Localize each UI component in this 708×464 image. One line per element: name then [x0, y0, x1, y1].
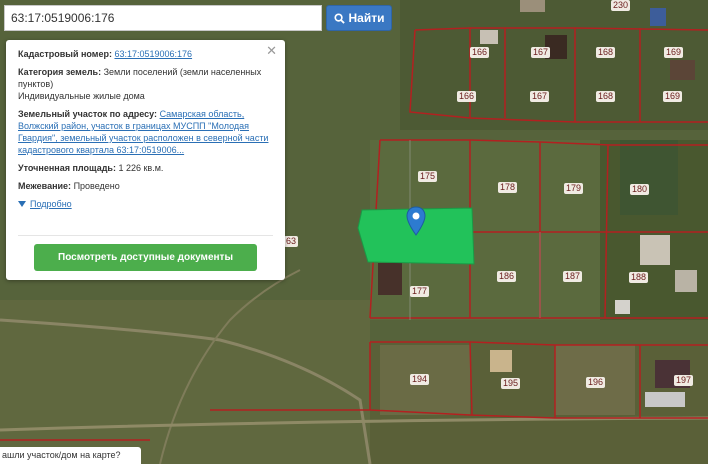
plot-label-196[interactable]: 196 [586, 377, 606, 388]
address-row: Земельный участок по адресу: Самарская о… [18, 108, 273, 156]
survey-row: Межевание: Проведено [18, 180, 273, 192]
area-row: Уточненная площадь: 1 226 кв.м. [18, 162, 273, 174]
plot-label-166b[interactable]: 166 [457, 91, 477, 102]
plot-label-168b[interactable]: 168 [596, 91, 616, 102]
plot-label-180[interactable]: 180 [630, 184, 650, 195]
plot-label-167b[interactable]: 167 [530, 91, 550, 102]
triangle-down-icon [18, 201, 26, 207]
details-link[interactable]: Подробно [30, 198, 72, 210]
plot-label-186[interactable]: 186 [497, 271, 517, 282]
cadastral-label: Кадастровый номер: [18, 49, 112, 59]
plot-label-197[interactable]: 197 [674, 375, 694, 386]
cadastral-link[interactable]: 63:17:0519006:176 [114, 49, 192, 59]
plot-label-195[interactable]: 195 [501, 378, 521, 389]
plot-info-panel: ✕ Кадастровый номер: 63:17:0519006:176 К… [6, 40, 285, 280]
close-icon[interactable]: ✕ [266, 44, 277, 57]
details-toggle[interactable]: Подробно [18, 198, 273, 210]
plot-label-63[interactable]: 63 [284, 236, 299, 247]
plot-label-167[interactable]: 167 [531, 47, 551, 58]
location-marker-icon[interactable] [406, 206, 426, 236]
plot-label-169[interactable]: 169 [664, 47, 684, 58]
survey-value: Проведено [73, 181, 120, 191]
search-icon [333, 12, 345, 24]
survey-label: Межевание: [18, 181, 72, 191]
area-label: Уточненная площадь: [18, 163, 116, 173]
search-button-label: Найти [348, 11, 385, 25]
plot-label-169b[interactable]: 169 [663, 91, 683, 102]
search-input[interactable]: 63:17:0519006:176 [4, 5, 322, 31]
area-value: 1 226 кв.м. [118, 163, 164, 173]
plot-label-177[interactable]: 177 [410, 286, 430, 297]
plot-label-194[interactable]: 194 [410, 374, 430, 385]
category-label: Категория земель: [18, 67, 102, 77]
plot-label-179[interactable]: 179 [564, 183, 584, 194]
panel-divider [18, 235, 273, 236]
view-documents-button[interactable]: Посмотреть доступные документы [34, 244, 257, 271]
plot-label-168[interactable]: 168 [596, 47, 616, 58]
plot-label-187[interactable]: 187 [563, 271, 583, 282]
search-button[interactable]: Найти [326, 5, 392, 31]
plot-label-175[interactable]: 175 [418, 171, 438, 182]
cadastral-row: Кадастровый номер: 63:17:0519006:176 [18, 48, 273, 60]
plot-label-178[interactable]: 178 [498, 182, 518, 193]
land-use-value: Индивидуальные жилые дома [18, 91, 145, 101]
plot-label-166[interactable]: 166 [470, 47, 490, 58]
found-property-prompt[interactable]: ашли участок/дом на карте? [0, 447, 141, 464]
category-row: Категория земель: Земли поселений (земли… [18, 66, 273, 102]
plot-label-188[interactable]: 188 [629, 272, 649, 283]
plot-label-230[interactable]: 230 [611, 0, 631, 11]
address-label: Земельный участок по адресу: [18, 109, 158, 119]
